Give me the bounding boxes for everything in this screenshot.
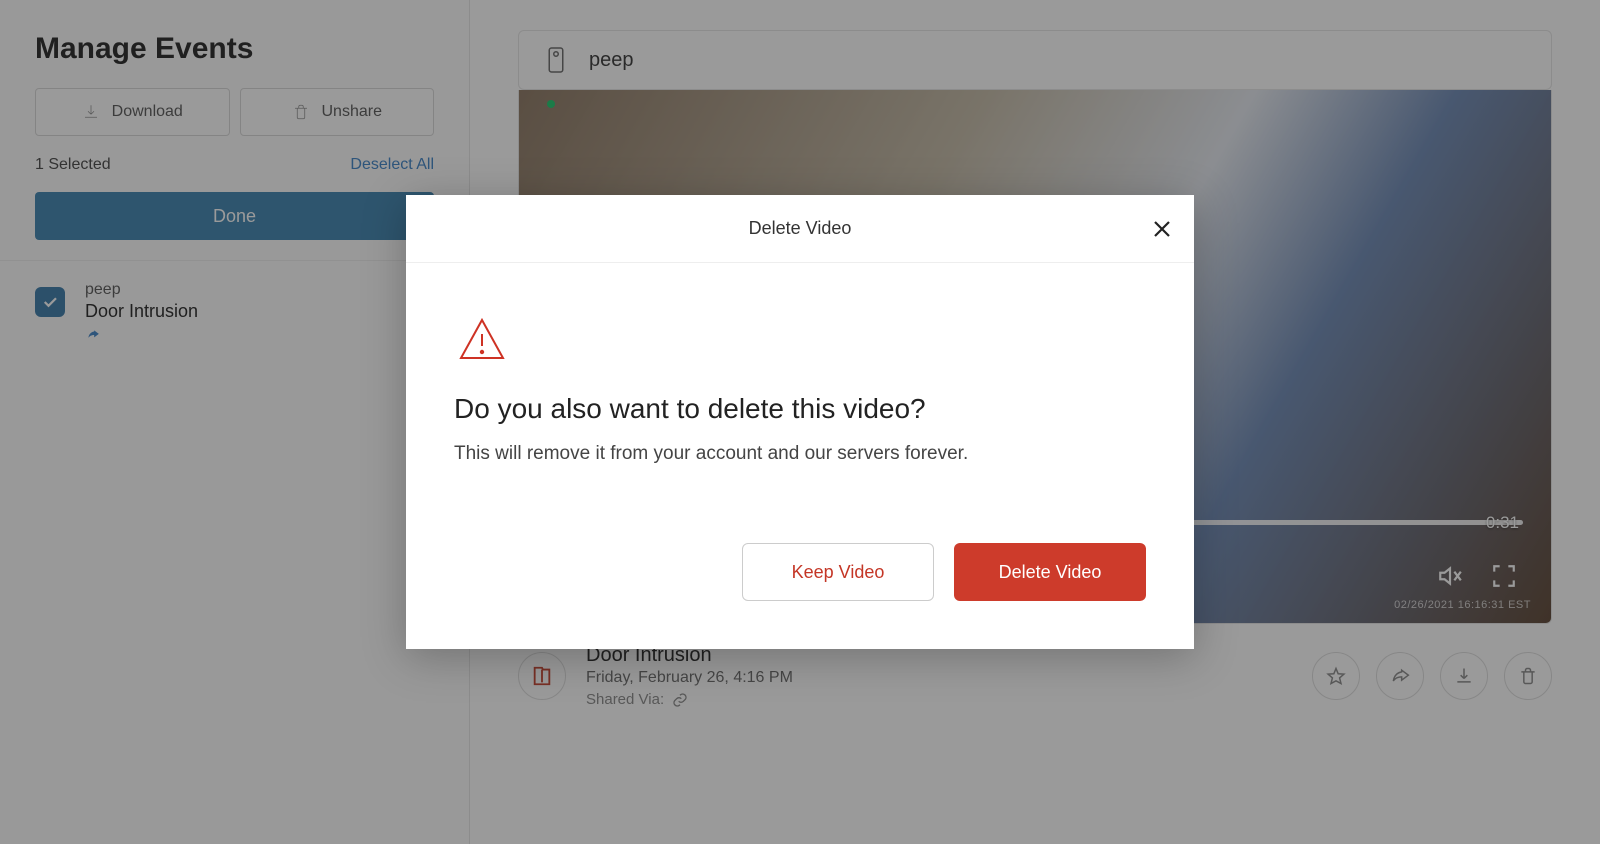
- modal-heading: Do you also want to delete this video?: [454, 393, 1146, 425]
- modal-footer: Keep Video Delete Video: [406, 543, 1194, 649]
- modal-header: Delete Video: [406, 195, 1194, 263]
- modal-title: Delete Video: [749, 218, 852, 239]
- keep-video-button[interactable]: Keep Video: [742, 543, 934, 601]
- warning-icon: [454, 313, 510, 365]
- modal-paragraph: This will remove it from your account an…: [454, 443, 1146, 465]
- modal-close-button[interactable]: [1150, 217, 1174, 241]
- close-icon: [1150, 217, 1174, 241]
- delete-video-button[interactable]: Delete Video: [954, 543, 1146, 601]
- modal-body: Do you also want to delete this video? T…: [406, 263, 1194, 543]
- delete-modal: Delete Video Do you also want to delete …: [406, 195, 1194, 649]
- modal-scrim[interactable]: Delete Video Do you also want to delete …: [0, 0, 1600, 844]
